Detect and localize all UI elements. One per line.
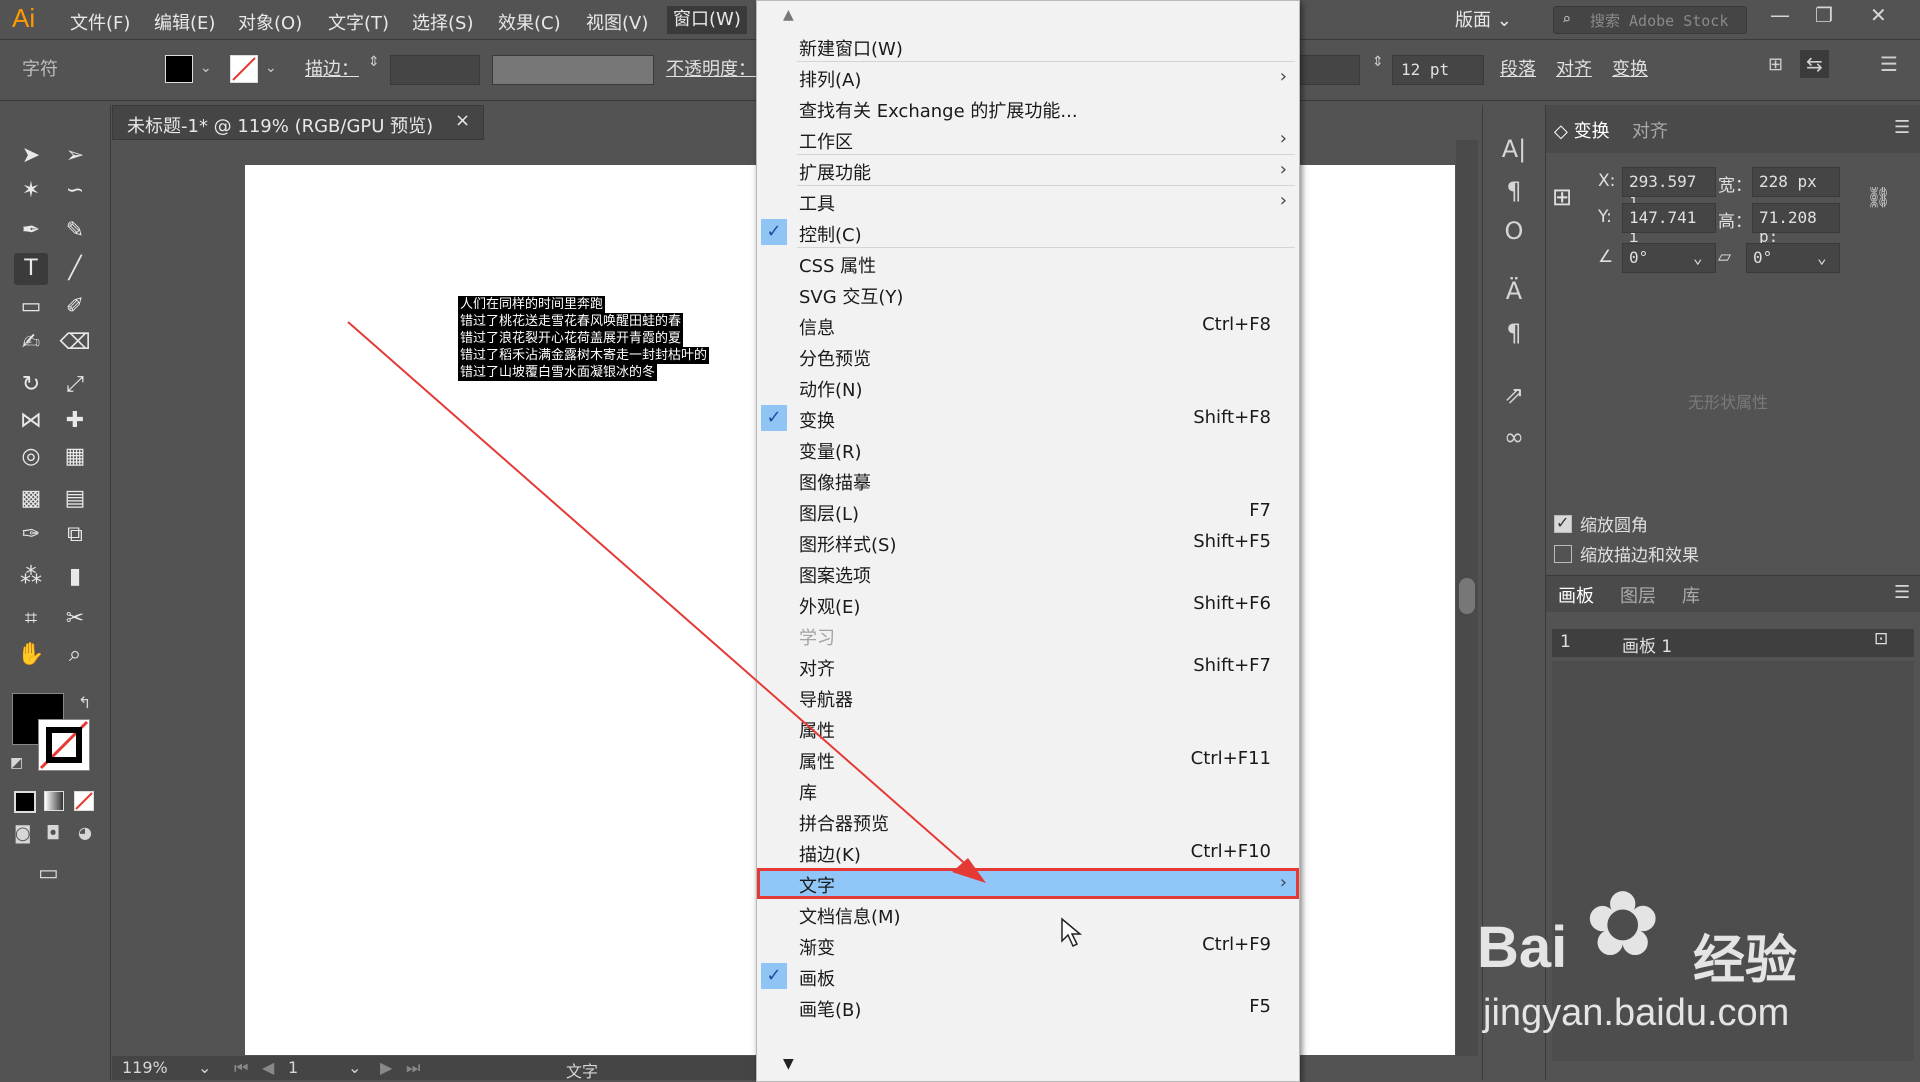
watermark-url: jingyan.baidu.com [1483,992,1790,1034]
watermark-jingyan: 经验 [1693,931,1798,991]
mouse-cursor-icon [1061,917,1083,948]
paw-logo-icon: ✿ [1585,872,1661,977]
watermark-bai: Bai [1477,915,1568,980]
baidu-watermark: Bai ✿ 经验 jingyan.baidu.com [1475,872,1915,1052]
